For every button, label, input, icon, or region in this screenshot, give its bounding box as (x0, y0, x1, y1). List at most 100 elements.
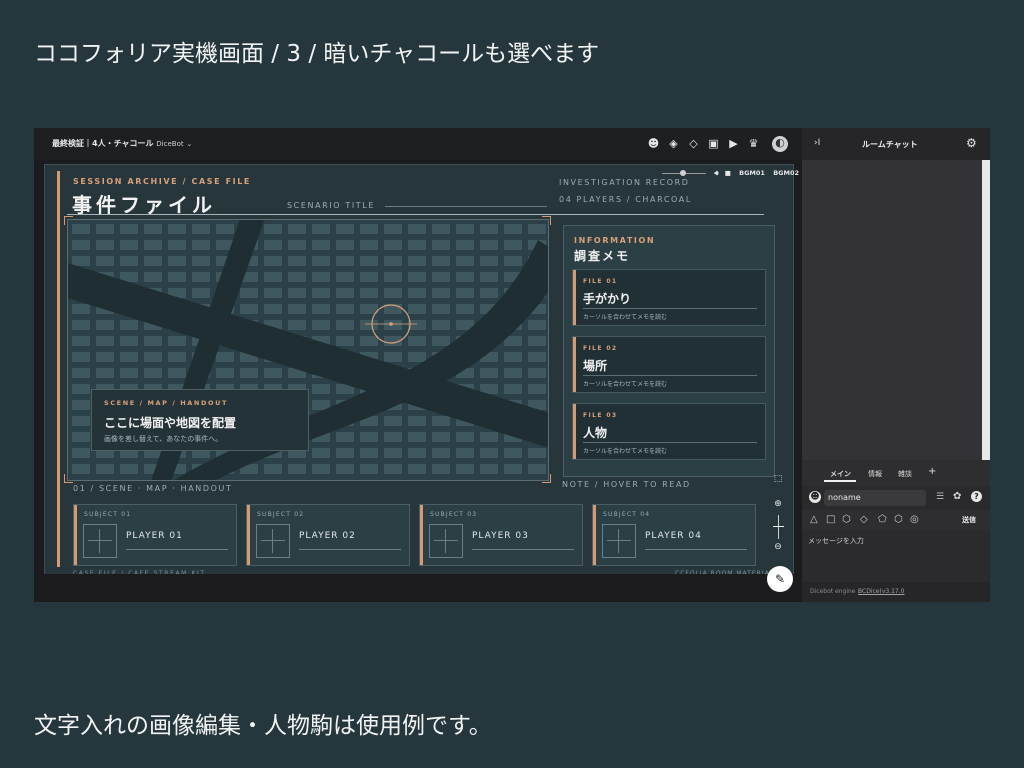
volume-handle[interactable] (680, 169, 687, 176)
file-title: 場所 (583, 359, 608, 373)
chat-title: ルームチャット (862, 140, 918, 149)
scene-title: ここに場面や地図を配置 (104, 416, 237, 430)
file-title: 手がかり (583, 292, 632, 306)
chat-scrollbar[interactable] (982, 160, 990, 460)
collapse-icon[interactable]: ›I (814, 138, 820, 148)
tab-talk[interactable]: 雑談 (898, 469, 912, 479)
zoom-out-icon[interactable]: ⊖ (771, 540, 785, 554)
session-label: SESSION ARCHIVE / CASE FILE (73, 177, 251, 186)
divider (385, 206, 547, 207)
bgm02-label[interactable]: BGM02 (773, 169, 799, 177)
file-label: FILE 03 (583, 412, 618, 419)
file-label: FILE 01 (583, 278, 618, 285)
name-row: ☻ noname ☰ ✿ ? (802, 486, 990, 510)
chevron-down-icon[interactable]: ⌄ (186, 140, 192, 148)
room-title[interactable]: 最終検証｜4人・チャコール DiceBot ⌄ (52, 138, 192, 149)
file-title: 人物 (583, 426, 608, 440)
chat-panel: ›I ルームチャット ⚙ メイン 情報 雑談 + ☻ noname ☰ ✿ ? … (802, 128, 990, 602)
gear-icon[interactable]: ⚙ (966, 136, 977, 150)
dicebot-label: DiceBot (156, 140, 184, 148)
d4-icon[interactable]: △ (810, 514, 818, 525)
board-bottom-strip (34, 574, 802, 602)
bcdice-link[interactable]: BCDice(v3.17.0 (858, 588, 904, 595)
corner-bracket (542, 474, 551, 483)
dice-toolbar: △ □ ⬡ ◇ ⬠ ⬡ ◎ 送信 (802, 512, 990, 528)
caption-bottom: 文字入れの画像編集・人物駒は使用例です。 (34, 713, 492, 739)
select-area-icon[interactable]: ⬚ (771, 472, 785, 486)
ccfolia-screenshot: 最終検証｜4人・チャコール DiceBot ⌄ ☻ ◈ ◇ ▣ ▶ ♛ ◐ SE… (34, 128, 990, 602)
corner-bracket (64, 474, 73, 483)
d12-icon[interactable]: ⬠ (878, 514, 887, 525)
play-icon[interactable]: ▶ (727, 137, 740, 150)
help-icon[interactable]: ? (971, 491, 982, 502)
subject-label: SUBJECT 01 (84, 511, 132, 518)
palette-icon[interactable]: ✿ (953, 491, 961, 502)
divider (299, 549, 401, 550)
zoom-slider[interactable] (778, 515, 779, 539)
d100-icon[interactable]: ◎ (910, 514, 919, 525)
accent-bar (573, 337, 576, 392)
send-button[interactable]: 送信 (962, 515, 976, 525)
room-board: SESSION ARCHIVE / CASE FILE 事件ファイル SCENA… (44, 164, 799, 577)
chat-add-icon[interactable]: ▣ (707, 137, 720, 150)
player-card-04[interactable]: SUBJECT 04 PLAYER 04 (592, 504, 756, 566)
subject-label: SUBJECT 04 (603, 511, 651, 518)
tab-main[interactable]: メイン (830, 469, 851, 479)
add-tab-button[interactable]: + (928, 466, 936, 477)
room-name: 最終検証｜4人・チャコール (52, 139, 154, 148)
player-name: PLAYER 01 (126, 531, 183, 541)
accent-bar (593, 505, 596, 565)
map-caption: 01 / SCENE · MAP · HANDOUT (73, 484, 233, 493)
record-sub: 04 PLAYERS / CHARCOAL (559, 195, 692, 204)
portrait-placeholder (429, 524, 463, 558)
volume-slider[interactable] (662, 169, 707, 176)
player-card-02[interactable]: SUBJECT 02 PLAYER 02 (246, 504, 410, 566)
zoom-handle[interactable] (773, 526, 784, 527)
file-desc: カーソルを合わせてメモを読む (583, 448, 668, 455)
bgm01-label[interactable]: BGM01 (739, 169, 765, 177)
info-title: 調査メモ (574, 249, 631, 263)
info-label: INFORMATION (574, 236, 656, 245)
message-placeholder: メッセージを入力 (808, 537, 864, 545)
zoom-in-icon[interactable]: ⊕ (771, 497, 785, 511)
accent-bar (420, 505, 423, 565)
tab-info[interactable]: 情報 (868, 469, 882, 479)
divider (126, 549, 228, 550)
message-input[interactable]: メッセージを入力 (802, 530, 990, 582)
character-icon[interactable]: ☻ (809, 491, 821, 503)
player-card-01[interactable]: SUBJECT 01 PLAYER 01 (73, 504, 237, 566)
pen-icon[interactable]: ✎ (767, 566, 793, 592)
chat-log[interactable] (802, 160, 982, 460)
caption-top: ココフォリア実機画面 / 3 / 暗いチャコールも選べます (34, 41, 600, 67)
info-panel: INFORMATION 調査メモ FILE 01 手がかり カーソルを合わせてメ… (563, 225, 775, 477)
list-icon[interactable]: ☰ (936, 492, 944, 502)
divider (583, 375, 757, 376)
file-card-01[interactable]: FILE 01 手がかり カーソルを合わせてメモを読む (572, 269, 766, 326)
file-card-03[interactable]: FILE 03 人物 カーソルを合わせてメモを読む (572, 403, 766, 460)
file-label: FILE 02 (583, 345, 618, 352)
face-icon[interactable]: ☻ (647, 137, 660, 150)
file-card-02[interactable]: FILE 02 場所 カーソルを合わせてメモを読む (572, 336, 766, 393)
volume-icon[interactable]: 🔊︎ (714, 169, 718, 177)
d10-icon[interactable]: ◇ (860, 514, 868, 525)
d6-icon[interactable]: □ (826, 514, 835, 525)
player-card-03[interactable]: SUBJECT 03 PLAYER 03 (419, 504, 583, 566)
file-desc: カーソルを合わせてメモを読む (583, 381, 668, 388)
layers-alt-icon[interactable]: ◇ (687, 137, 700, 150)
gallery-icon[interactable]: ♛ (747, 137, 760, 150)
layers-icon[interactable]: ◈ (667, 137, 680, 150)
scene-label: SCENE / MAP / HANDOUT (104, 399, 228, 407)
character-name-input[interactable]: noname (824, 490, 926, 506)
stop-icon[interactable]: ■ (725, 169, 731, 177)
file-desc: カーソルを合わせてメモを読む (583, 314, 668, 321)
d8-icon[interactable]: ⬡ (842, 514, 851, 525)
portrait-placeholder (83, 524, 117, 558)
app-bar: 最終検証｜4人・チャコール DiceBot ⌄ ☻ ◈ ◇ ▣ ▶ ♛ ◐ (34, 128, 802, 160)
avatar-icon[interactable]: ◐ (772, 136, 788, 152)
chat-footer: Dicebot engine : BCDice(v3.17.0 (802, 582, 990, 602)
note-label: NOTE / HOVER TO READ (562, 480, 691, 489)
scene-card[interactable]: SCENE / MAP / HANDOUT ここに場面や地図を配置 画像を差し替… (91, 389, 309, 451)
d20-icon[interactable]: ⬡ (894, 514, 903, 525)
bgm-controls: 🔊︎ ■ BGM01 BGM02 (662, 169, 799, 181)
corner-bracket (542, 216, 551, 225)
